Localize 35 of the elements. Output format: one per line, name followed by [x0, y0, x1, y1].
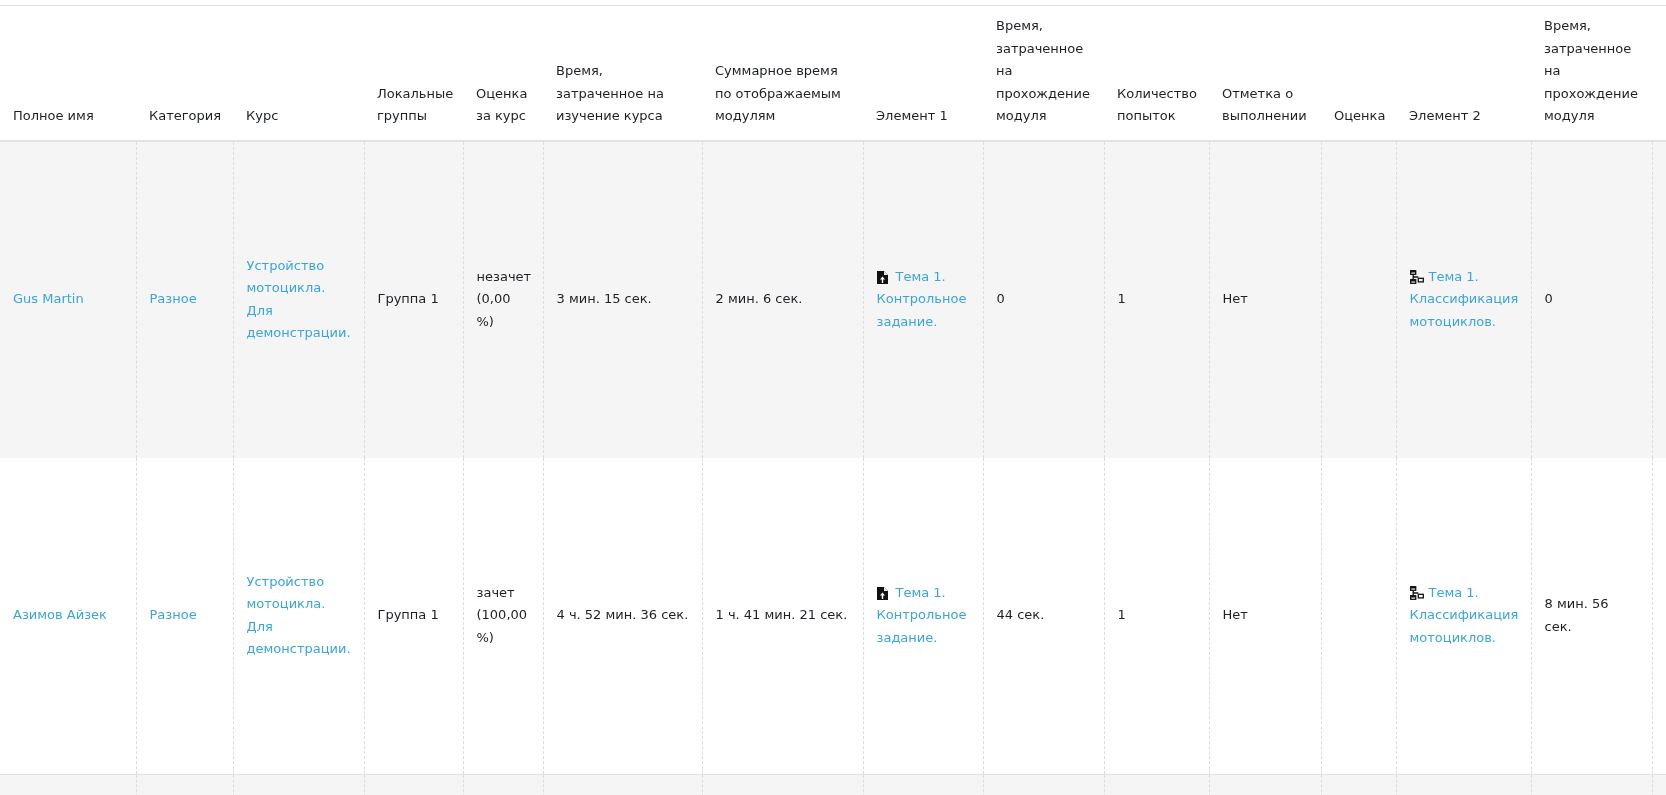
course-link[interactable]: Устройство мотоцикла. Для демонстрации.	[246, 570, 352, 661]
activity-link[interactable]: Тема 1. Контрольное задание.	[876, 265, 971, 334]
document-icon	[876, 270, 888, 284]
table-cell: 0	[983, 140, 1104, 458]
column-header: Количество попыток	[1104, 5, 1209, 141]
activity-link[interactable]: Тема 1. Классификация мотоциклов.	[1409, 265, 1519, 334]
document-icon	[876, 586, 888, 600]
column-header: Суммарное время по отображаемым модулям	[702, 5, 863, 141]
column-header: Время, затраченное на прохождение модуля	[983, 5, 1104, 141]
column-header: Время, затраченное на изучение курса	[543, 5, 702, 141]
table-cell: 0	[1531, 140, 1652, 458]
column-header: Отметка о выполнении	[1209, 5, 1321, 141]
column-header: Оценка	[1321, 5, 1396, 141]
column-header: Полное имя	[0, 5, 136, 141]
activity-link[interactable]: Тема 1. Контрольное задание.	[876, 581, 971, 650]
table-cell: 3 мин. 15 сек.	[543, 140, 702, 458]
column-header: Локальные группы	[364, 5, 463, 141]
category-link[interactable]: Разное	[149, 604, 221, 627]
column-header: Категория	[136, 5, 233, 141]
table-cell: 2 мин. 6 сек.	[702, 140, 863, 458]
table-cell: 1	[1104, 140, 1209, 458]
column-header: Элемент 2	[1396, 5, 1531, 141]
activity-link[interactable]: Тема 1. Классификация мотоциклов.	[1409, 581, 1519, 650]
category-link[interactable]: Разное	[149, 288, 221, 311]
diagram-icon	[1409, 269, 1424, 284]
person-link[interactable]: Gus Martin	[13, 288, 124, 311]
table-cell: Нет	[1209, 140, 1321, 458]
table-cell: незачет (0,00 %)	[463, 140, 543, 458]
person-link[interactable]: Азимов Айзек	[13, 604, 124, 627]
column-header: Оценка за курс	[463, 5, 543, 141]
column-header: Курс	[233, 5, 364, 141]
column-header: Элемент 1	[863, 5, 983, 141]
table-cell: Группа 1	[364, 140, 463, 458]
column-header: Время, затраченное на прохождение модуля	[1531, 5, 1652, 141]
diagram-icon	[1409, 585, 1424, 600]
